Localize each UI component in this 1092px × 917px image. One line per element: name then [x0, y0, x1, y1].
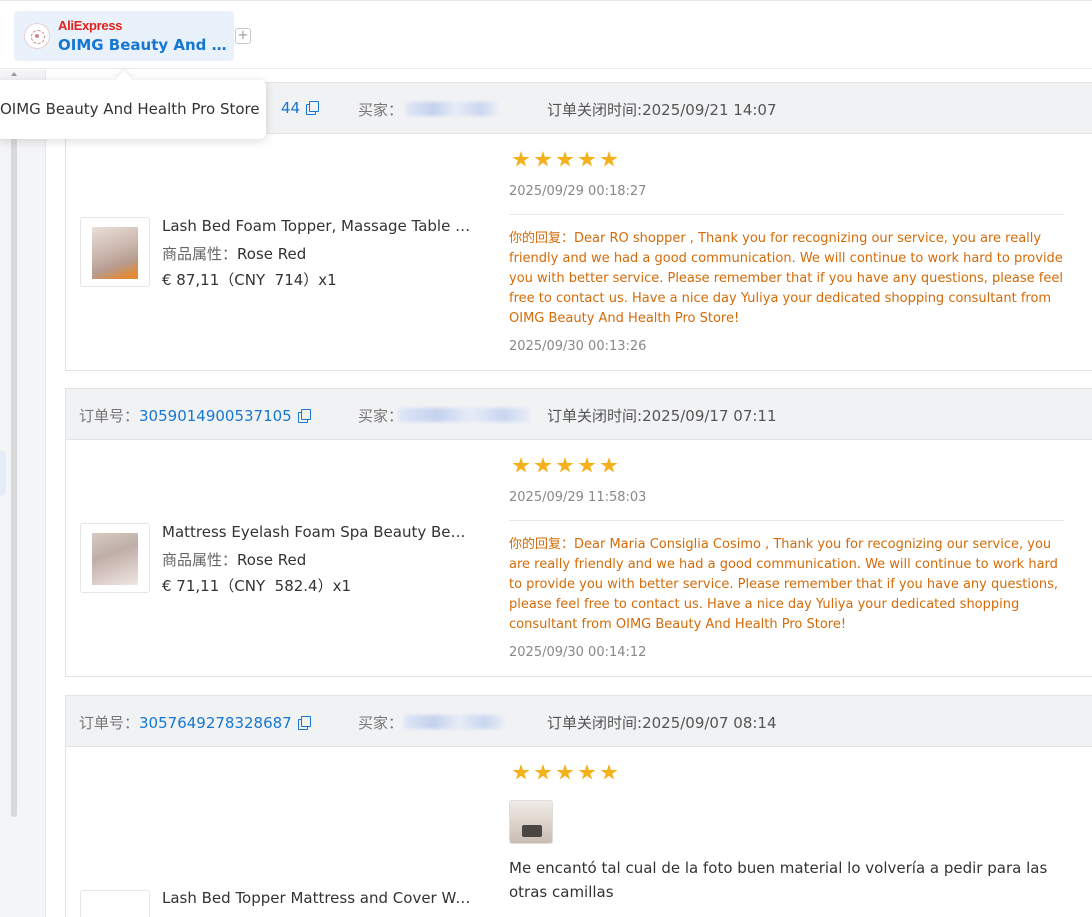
order-close-time: 订单关闭时间:2025/09/17 07:11	[547, 405, 777, 426]
sidebar-active-indicator	[0, 450, 6, 496]
star-icon	[512, 764, 530, 780]
copy-icon[interactable]	[306, 101, 320, 115]
platform-label: AliExpress	[58, 18, 123, 33]
order-number: 44	[281, 99, 320, 117]
reply-text: Dear Maria Consiglia Cosimo , Thank you …	[509, 537, 1059, 632]
star-icon	[534, 457, 552, 473]
order-number: 订单号：3059014900537105	[79, 405, 311, 426]
reply-prefix: 你的回复：	[509, 231, 575, 246]
order-card: 订单号：3059014900537105 买家： 订单关闭时间:2025/09/…	[65, 388, 1092, 677]
product-image	[92, 227, 138, 279]
close-time-label: 订单关闭时间:	[547, 101, 643, 119]
star-icon	[512, 151, 530, 167]
star-icon	[534, 151, 552, 167]
order-card-header: 订单号：3059014900537105 买家： 订单关闭时间:2025/09/…	[66, 389, 1092, 440]
reply-text: Dear RO shopper , Thank you for recogniz…	[509, 231, 1063, 326]
rating-stars	[512, 457, 618, 475]
order-card-header: 订单号：3057649278328687 买家： 订单关闭时间:2025/09/…	[66, 696, 1092, 747]
star-icon	[534, 764, 552, 780]
product-price: € 71,11（CNY 582.4）x1	[162, 577, 352, 595]
attribute-value: Rose Red	[237, 245, 307, 263]
attribute-value: Rose Red	[237, 551, 307, 569]
star-icon	[600, 457, 618, 473]
order-close-time: 订单关闭时间:2025/09/21 14:07	[547, 99, 777, 120]
star-icon	[578, 151, 596, 167]
divider	[509, 214, 1064, 215]
reply-time: 2025/09/30 00:14:12	[509, 645, 647, 660]
store-name: OIMG Beauty And H...	[58, 36, 228, 54]
star-icon	[578, 457, 596, 473]
store-name-tooltip: OIMG Beauty And Health Pro Store	[0, 80, 266, 139]
attribute-label: 商品属性：	[162, 245, 238, 263]
order-number: 订单号：3057649278328687	[79, 712, 311, 733]
left-sidebar-rail	[0, 70, 46, 917]
star-icon	[600, 151, 618, 167]
order-card: 订单号：3057649278328687 买家： 订单关闭时间:2025/09/…	[65, 695, 1092, 917]
close-time-value: 2025/09/07 08:14	[642, 714, 777, 732]
scroll-up-icon[interactable]	[11, 72, 17, 76]
divider	[509, 520, 1064, 521]
scrollbar[interactable]	[11, 80, 17, 817]
rating-stars	[512, 151, 618, 169]
attribute-label: 商品属性：	[162, 551, 238, 569]
review-time: 2025/09/29 00:18:27	[509, 184, 647, 199]
reply-time: 2025/09/30 00:13:26	[509, 339, 647, 354]
star-icon	[556, 457, 574, 473]
order-number-label: 订单号：	[79, 407, 140, 425]
product-thumbnail[interactable]	[80, 890, 150, 917]
seller-reply: 你的回复：Dear RO shopper , Thank you for rec…	[509, 229, 1067, 329]
buyer-name-redacted	[398, 408, 530, 422]
product-title[interactable]: Lash Bed Foam Topper, Massage Table H...	[162, 217, 472, 235]
add-store-tab-button[interactable]: +	[235, 28, 251, 44]
store-tab-bar: AliExpress OIMG Beauty And H... +	[0, 0, 1092, 69]
star-icon	[556, 151, 574, 167]
store-tab[interactable]: AliExpress OIMG Beauty And H...	[14, 11, 234, 61]
buyer-label: 买家：	[358, 714, 404, 732]
buyer-label: 买家：	[358, 407, 404, 425]
review-time: 2025/09/29 11:58:03	[509, 490, 647, 505]
product-attribute: 商品属性：Rose Red	[162, 243, 306, 264]
close-time-label: 订单关闭时间:	[547, 407, 643, 425]
order-number-link[interactable]: 44	[281, 99, 300, 117]
product-title[interactable]: Lash Bed Topper Mattress and Cover Wa...	[162, 889, 472, 907]
order-number-link[interactable]: 3059014900537105	[139, 407, 292, 425]
product-title[interactable]: Mattress Eyelash Foam Spa Beauty Bed ...	[162, 523, 472, 541]
order-close-time: 订单关闭时间:2025/09/07 08:14	[547, 712, 777, 733]
star-icon	[556, 764, 574, 780]
buyer-review-text: Me encantó tal cual de la foto buen mate…	[509, 859, 1048, 901]
reply-prefix: 你的回复：	[509, 537, 575, 552]
product-image	[92, 533, 138, 585]
rating-stars	[512, 764, 618, 782]
buyer-label: 买家：	[358, 101, 404, 119]
close-time-value: 2025/09/21 14:07	[642, 101, 777, 119]
buyer-name-redacted	[404, 715, 504, 729]
buyer-name-redacted	[406, 102, 498, 116]
order-number-label: 订单号：	[79, 714, 140, 732]
review-photo-thumbnail[interactable]	[509, 800, 553, 844]
copy-icon[interactable]	[297, 409, 311, 423]
order-number-link[interactable]: 3057649278328687	[139, 714, 292, 732]
product-thumbnail[interactable]	[80, 217, 150, 287]
star-icon	[512, 457, 530, 473]
copy-icon[interactable]	[297, 716, 311, 730]
product-price: € 87,11（CNY 714）x1	[162, 271, 337, 289]
close-time-value: 2025/09/17 07:11	[642, 407, 777, 425]
store-logo-icon	[24, 23, 50, 49]
star-icon	[578, 764, 596, 780]
star-icon	[600, 764, 618, 780]
close-time-label: 订单关闭时间:	[547, 714, 643, 732]
product-thumbnail[interactable]	[80, 523, 150, 593]
product-attribute: 商品属性：Rose Red	[162, 549, 306, 570]
seller-reply: 你的回复：Dear Maria Consiglia Cosimo , Thank…	[509, 535, 1067, 635]
